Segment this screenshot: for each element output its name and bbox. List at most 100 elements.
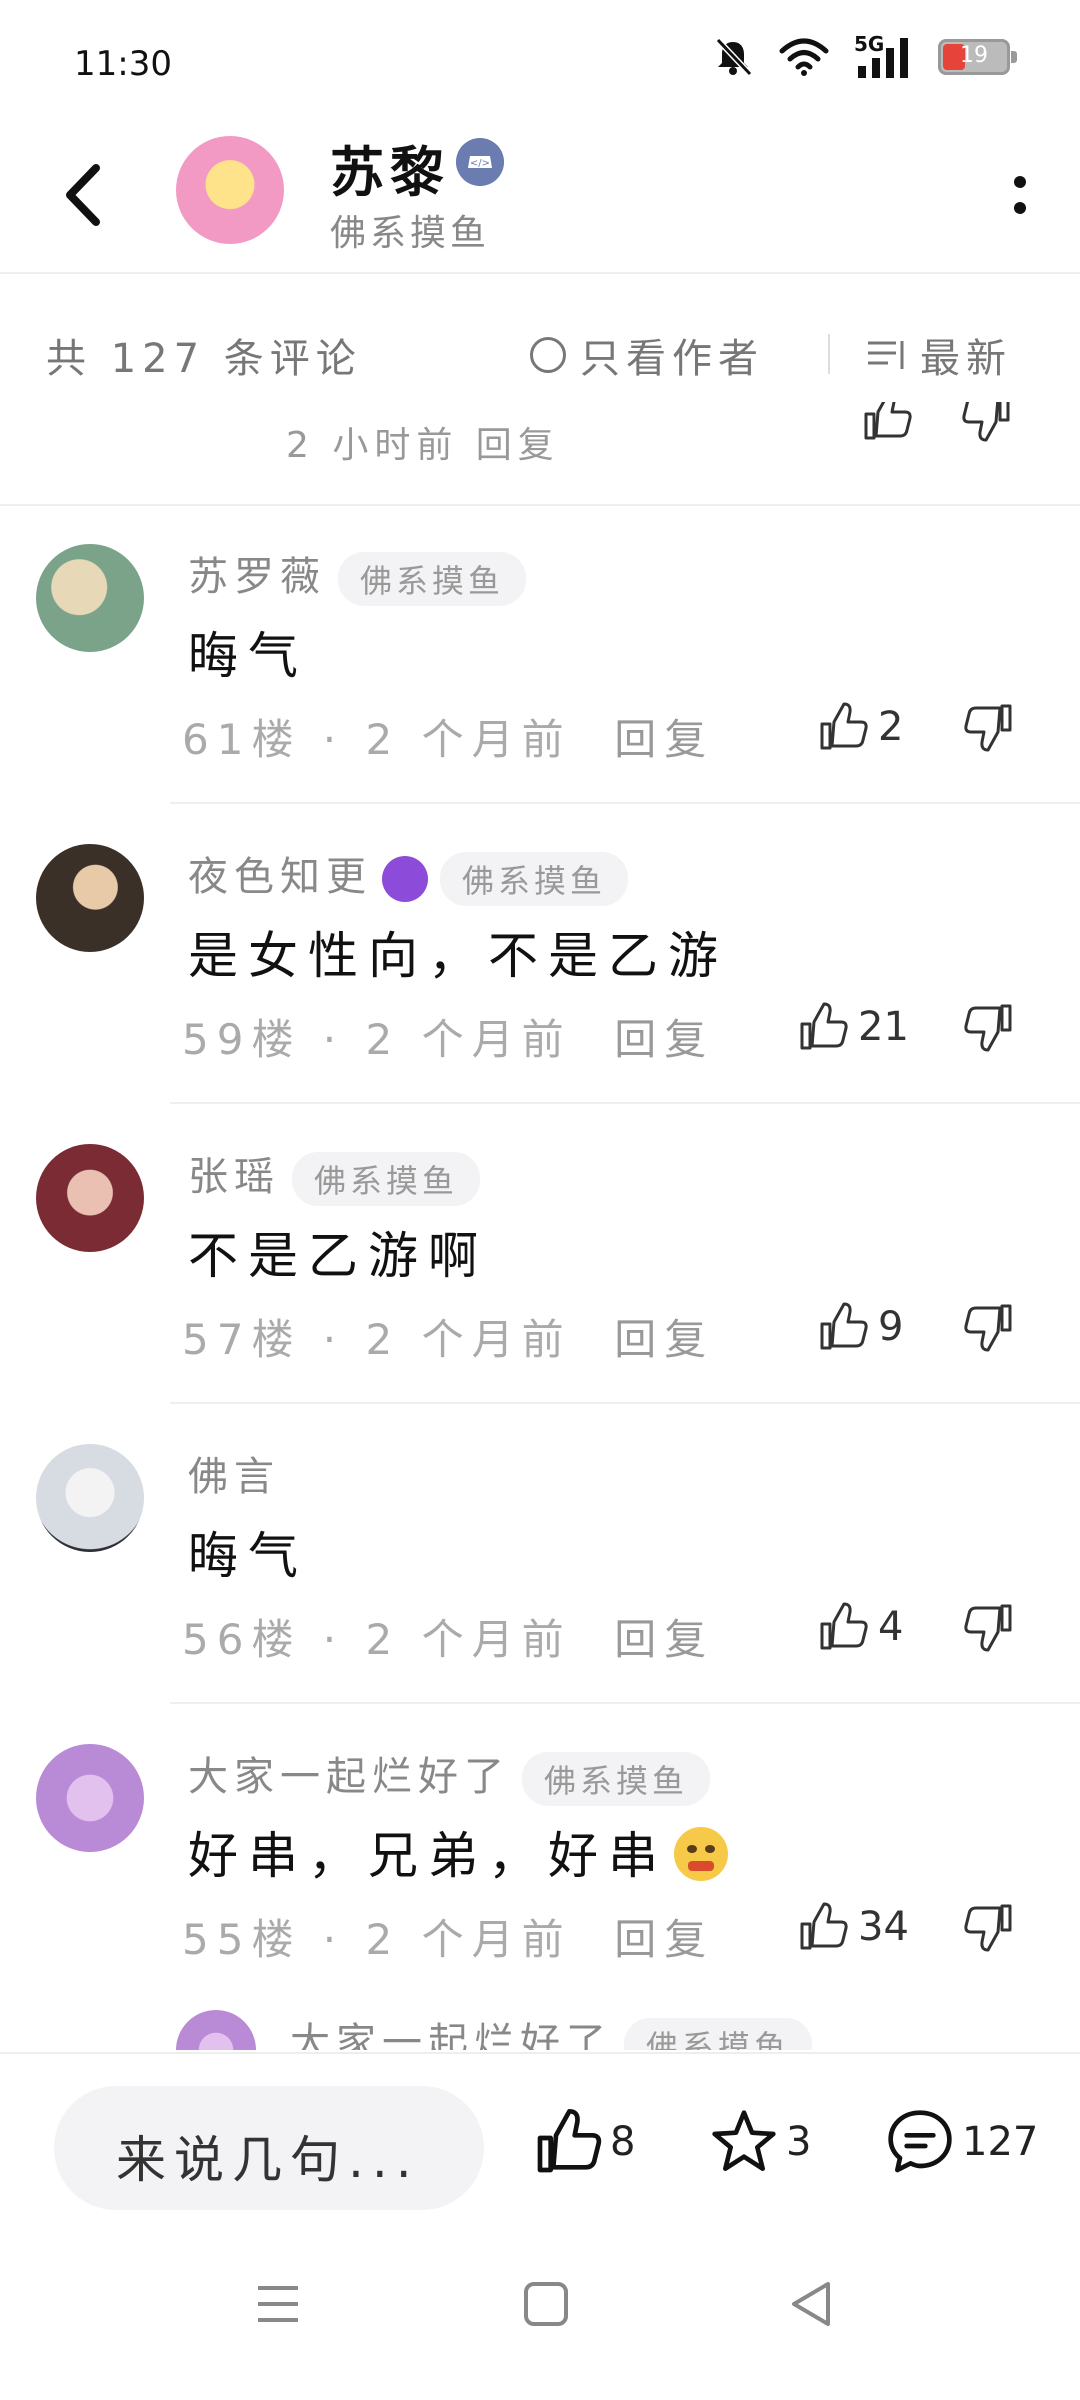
author-only-toggle[interactable]: 只看作者	[530, 326, 764, 384]
comment-meta: 55楼 · 2 个月前 回复	[182, 1915, 715, 1964]
comments-button[interactable]: 127	[884, 2106, 1038, 2178]
avatar[interactable]	[36, 1744, 144, 1852]
username[interactable]: 佛言	[188, 1444, 280, 1502]
thumbs-down-icon[interactable]	[962, 1900, 1016, 1954]
comment-item[interactable]: 夜色知更 佛系摸鱼 是女性向，不是乙游 59楼 · 2 个月前 回复 21	[0, 804, 1080, 1104]
status-time: 11:30	[74, 44, 172, 84]
post-like-count: 8	[610, 2119, 636, 2165]
like-count: 34	[858, 1904, 909, 1950]
favorite-button[interactable]: 3	[708, 2106, 811, 2178]
thumbs-up-icon	[820, 1302, 868, 1350]
game-badge-icon: </>	[456, 138, 504, 186]
reply-link[interactable]: 回复	[614, 1015, 714, 1064]
username[interactable]: 夜色知更 佛系摸鱼	[188, 844, 629, 906]
username[interactable]: 苏罗薇 佛系摸鱼	[188, 544, 527, 606]
comment-filter-bar: 共 127 条评论 只看作者 最新	[0, 274, 1080, 402]
reply-link[interactable]: 回复	[614, 1915, 714, 1964]
username-text: 大家一起烂好了	[290, 2020, 612, 2050]
username-text: 佛言	[188, 1454, 280, 1500]
thumbs-down-icon[interactable]	[960, 402, 1014, 444]
floor-number: 59楼	[182, 1015, 302, 1064]
comment-time: 2 个月前	[365, 1915, 572, 1964]
signal-icon: 5G	[854, 32, 914, 78]
reply-link[interactable]: 回复	[614, 1615, 714, 1664]
favorite-count: 3	[786, 2119, 812, 2165]
username[interactable]: 大家一起烂好了 佛系摸鱼	[290, 2010, 813, 2050]
like-button[interactable]: 4	[816, 1600, 903, 1654]
floor-number: 57楼	[182, 1315, 302, 1364]
thumbs-down-icon[interactable]	[962, 700, 1016, 754]
thumbs-down-icon[interactable]	[962, 1600, 1016, 1654]
comment-list[interactable]: 2 小时前 回复 苏罗薇 佛系摸鱼 晦气 61楼 · 2 个月前 回复 2 夜色知…	[0, 402, 1080, 2050]
floor-number: 56楼	[182, 1615, 302, 1664]
comment-meta: 56楼 · 2 个月前 回复	[182, 1615, 715, 1664]
like-button[interactable]: 21	[796, 1000, 909, 1054]
comment-meta: 59楼 · 2 个月前 回复	[182, 1015, 715, 1064]
reply-link[interactable]: 回复	[614, 715, 714, 764]
thumbs-up-icon[interactable]	[860, 402, 914, 444]
thumbs-down-icon[interactable]	[962, 1000, 1016, 1054]
like-button[interactable]: 34	[796, 1900, 909, 1954]
floor-number: 55楼	[182, 1915, 302, 1964]
comment-item[interactable]: 大家一起烂好了 佛系摸鱼 好串，兄弟，好串 55楼 · 2 个月前 回复 34	[0, 1704, 1080, 2004]
home-icon[interactable]	[516, 2274, 576, 2334]
thumbs-up-icon	[537, 2109, 602, 2173]
thumbs-down-icon[interactable]	[962, 1300, 1016, 1354]
trophy-badge-icon	[382, 856, 428, 902]
like-button[interactable]: 2	[816, 700, 903, 754]
comment-input[interactable]: 来说几句...	[54, 2086, 484, 2210]
username-text: 苏罗薇	[188, 554, 326, 600]
sort-button[interactable]: 最新	[866, 326, 1012, 384]
system-nav-bar	[0, 2230, 1080, 2400]
reply-item[interactable]: 大家一起烂好了 佛系摸鱼	[0, 2000, 1080, 2050]
user-tag: 佛系摸鱼	[522, 1752, 711, 1806]
comment-meta: 61楼 · 2 个月前 回复	[182, 715, 715, 764]
user-tag: 佛系摸鱼	[292, 1152, 481, 1206]
username[interactable]: 张瑶 佛系摸鱼	[188, 1144, 481, 1206]
avatar[interactable]	[36, 844, 144, 952]
comment-content: 晦气	[188, 627, 308, 685]
avatar[interactable]	[36, 1444, 144, 1552]
comment-item[interactable]: 张瑶 佛系摸鱼 不是乙游啊 57楼 · 2 个月前 回复 9	[0, 1104, 1080, 1404]
username[interactable]: 大家一起烂好了 佛系摸鱼	[188, 1744, 711, 1806]
author-only-label: 只看作者	[580, 336, 764, 382]
avatar[interactable]	[176, 2010, 256, 2050]
comment-total-count: 127	[962, 2119, 1039, 2165]
comment-item[interactable]: 佛言 晦气 56楼 · 2 个月前 回复 4	[0, 1404, 1080, 1704]
author-subtitle: 佛系摸鱼	[330, 213, 491, 254]
comment-content: 晦气	[188, 1527, 308, 1585]
battery-icon: 19	[938, 39, 1017, 75]
comment-content: 是女性向，不是乙游	[188, 927, 728, 985]
divider	[828, 334, 830, 374]
author-avatar[interactable]	[176, 136, 284, 244]
comment-time: 2 个月前	[365, 1615, 572, 1664]
reply-link[interactable]: 回复	[614, 1315, 714, 1364]
like-button[interactable]: 9	[816, 1300, 903, 1354]
star-icon	[712, 2110, 776, 2171]
username-text: 大家一起烂好了	[188, 1754, 510, 1800]
sort-list-icon	[868, 341, 904, 369]
like-post-button[interactable]: 8	[532, 2106, 635, 2178]
author-name[interactable]: 苏黎	[330, 128, 450, 207]
comment-content: 不是乙游啊	[188, 1227, 488, 1285]
list-item: 2 小时前 回复	[0, 402, 1080, 506]
comment-content: 好串，兄弟，好串	[188, 1816, 730, 1888]
comment-time: 2 个月前	[365, 715, 572, 764]
menu-icon[interactable]	[248, 2274, 308, 2334]
avatar[interactable]	[36, 544, 144, 652]
comment-text: 好串，兄弟，好串	[188, 1827, 668, 1885]
floor-number: 61楼	[182, 715, 302, 764]
back-arrow-icon[interactable]	[56, 160, 116, 230]
comment-item[interactable]: 苏罗薇 佛系摸鱼 晦气 61楼 · 2 个月前 回复 2	[0, 504, 1080, 804]
back-triangle-icon[interactable]	[782, 2274, 842, 2334]
like-count: 9	[878, 1304, 904, 1350]
more-options-icon[interactable]	[1000, 160, 1040, 230]
user-tag: 佛系摸鱼	[440, 852, 629, 906]
user-tag: 佛系摸鱼	[338, 552, 527, 606]
comment-time: 2 个月前	[365, 1315, 572, 1364]
thumbs-up-icon	[800, 1902, 848, 1950]
avatar[interactable]	[36, 1144, 144, 1252]
thumbs-up-icon	[820, 702, 868, 750]
svg-text:</>: </>	[470, 158, 490, 169]
thumbs-up-icon	[820, 1602, 868, 1650]
